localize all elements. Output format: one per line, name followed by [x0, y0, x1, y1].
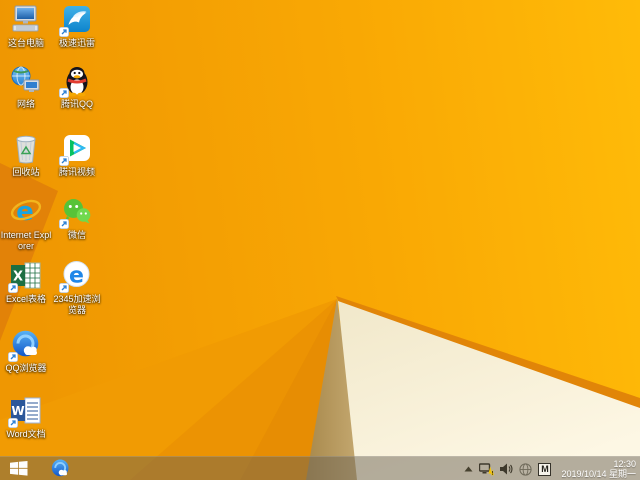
network-warning-icon: [479, 462, 495, 475]
desktop-icon-network[interactable]: 网络: [0, 65, 52, 110]
start-button[interactable]: [9, 460, 29, 477]
taskbar: M 12:30 2019/10/14 星期一: [0, 456, 640, 480]
recycle-bin-icon: [9, 133, 43, 165]
svg-text:W: W: [11, 404, 24, 418]
word-icon: W: [8, 395, 43, 428]
desktop-icon-wechat[interactable]: 微信: [51, 196, 103, 241]
desktop-icon-excel[interactable]: X Excel表格: [0, 260, 52, 305]
xunlei-icon: [59, 4, 94, 37]
icon-label: Word文档: [6, 429, 46, 439]
icon-label: 微信: [67, 230, 86, 240]
desktop-icon-this-pc[interactable]: 这台电脑: [0, 4, 52, 49]
2345-browser-icon: e: [59, 260, 94, 293]
icon-label: 回收站: [12, 167, 40, 177]
icon-label: 网络: [16, 99, 35, 109]
shortcut-arrow-icon: [59, 88, 69, 98]
tencent-video-icon: [59, 133, 94, 166]
taskbar-clock[interactable]: 12:30 2019/10/14 星期一: [561, 459, 636, 479]
tencent-qq-icon: [59, 65, 94, 98]
shortcut-arrow-icon: [59, 27, 69, 37]
clock-date: 2019/10/14 星期一: [561, 469, 636, 479]
qq-browser-icon: [8, 329, 43, 362]
wechat-icon: [59, 196, 94, 229]
show-hidden-icons-button[interactable]: [464, 466, 473, 472]
shortcut-arrow-icon: [59, 283, 69, 293]
desktop-icon-word[interactable]: W Word文档: [0, 395, 52, 440]
shortcut-arrow-icon: [59, 219, 69, 229]
tray-language[interactable]: [519, 462, 533, 476]
icon-label: 2345加速浏览器: [53, 294, 101, 315]
desktop-icon-internet-explorer[interactable]: e Internet Explorer: [0, 196, 52, 251]
excel-icon: X: [8, 260, 43, 293]
this-pc-icon: [9, 4, 43, 36]
globe-icon: [519, 462, 533, 476]
icon-label: 腾讯视频: [58, 167, 95, 177]
tray-volume[interactable]: [500, 463, 513, 475]
icon-label: QQ浏览器: [5, 363, 47, 373]
desktop-icon-tencent-qq[interactable]: 腾讯QQ: [51, 65, 103, 110]
taskbar-pinned-qq-browser[interactable]: [49, 458, 71, 480]
desktop-icon-qq-browser[interactable]: QQ浏览器: [0, 329, 52, 374]
shortcut-arrow-icon: [8, 418, 18, 428]
chevron-up-icon: [464, 466, 473, 472]
tray-ime-indicator[interactable]: M: [538, 462, 552, 476]
shortcut-arrow-icon: [8, 283, 18, 293]
icon-label: 腾讯QQ: [60, 99, 93, 109]
icon-label: Internet Explorer: [0, 230, 52, 251]
desktop-icon-recycle-bin[interactable]: 回收站: [0, 133, 52, 178]
network-icon: [9, 65, 43, 97]
desktop-icon-2345-browser[interactable]: e 2345加速浏览器: [51, 260, 103, 315]
icon-label: Excel表格: [5, 294, 46, 304]
desktop-icon-tencent-video[interactable]: 腾讯视频: [51, 133, 103, 178]
icon-label: 这台电脑: [7, 38, 44, 48]
internet-explorer-icon: e: [9, 196, 43, 228]
system-tray: M 12:30 2019/10/14 星期一: [464, 457, 640, 480]
volume-icon: [500, 463, 513, 475]
svg-text:e: e: [69, 264, 84, 289]
desktop-icon-xunlei[interactable]: 极速迅雷: [51, 4, 103, 49]
ime-letter: M: [541, 463, 549, 474]
tray-network-status[interactable]: [479, 462, 495, 476]
qq-browser-icon: [51, 459, 69, 477]
shortcut-arrow-icon: [8, 352, 18, 362]
windows-logo-icon: [10, 461, 28, 476]
shortcut-arrow-icon: [59, 156, 69, 166]
desktop-screen: 这台电脑 网络 回收站 e Internet Explorer X Excel表…: [0, 0, 640, 480]
clock-time: 12:30: [613, 459, 636, 469]
icon-label: 极速迅雷: [58, 38, 95, 48]
